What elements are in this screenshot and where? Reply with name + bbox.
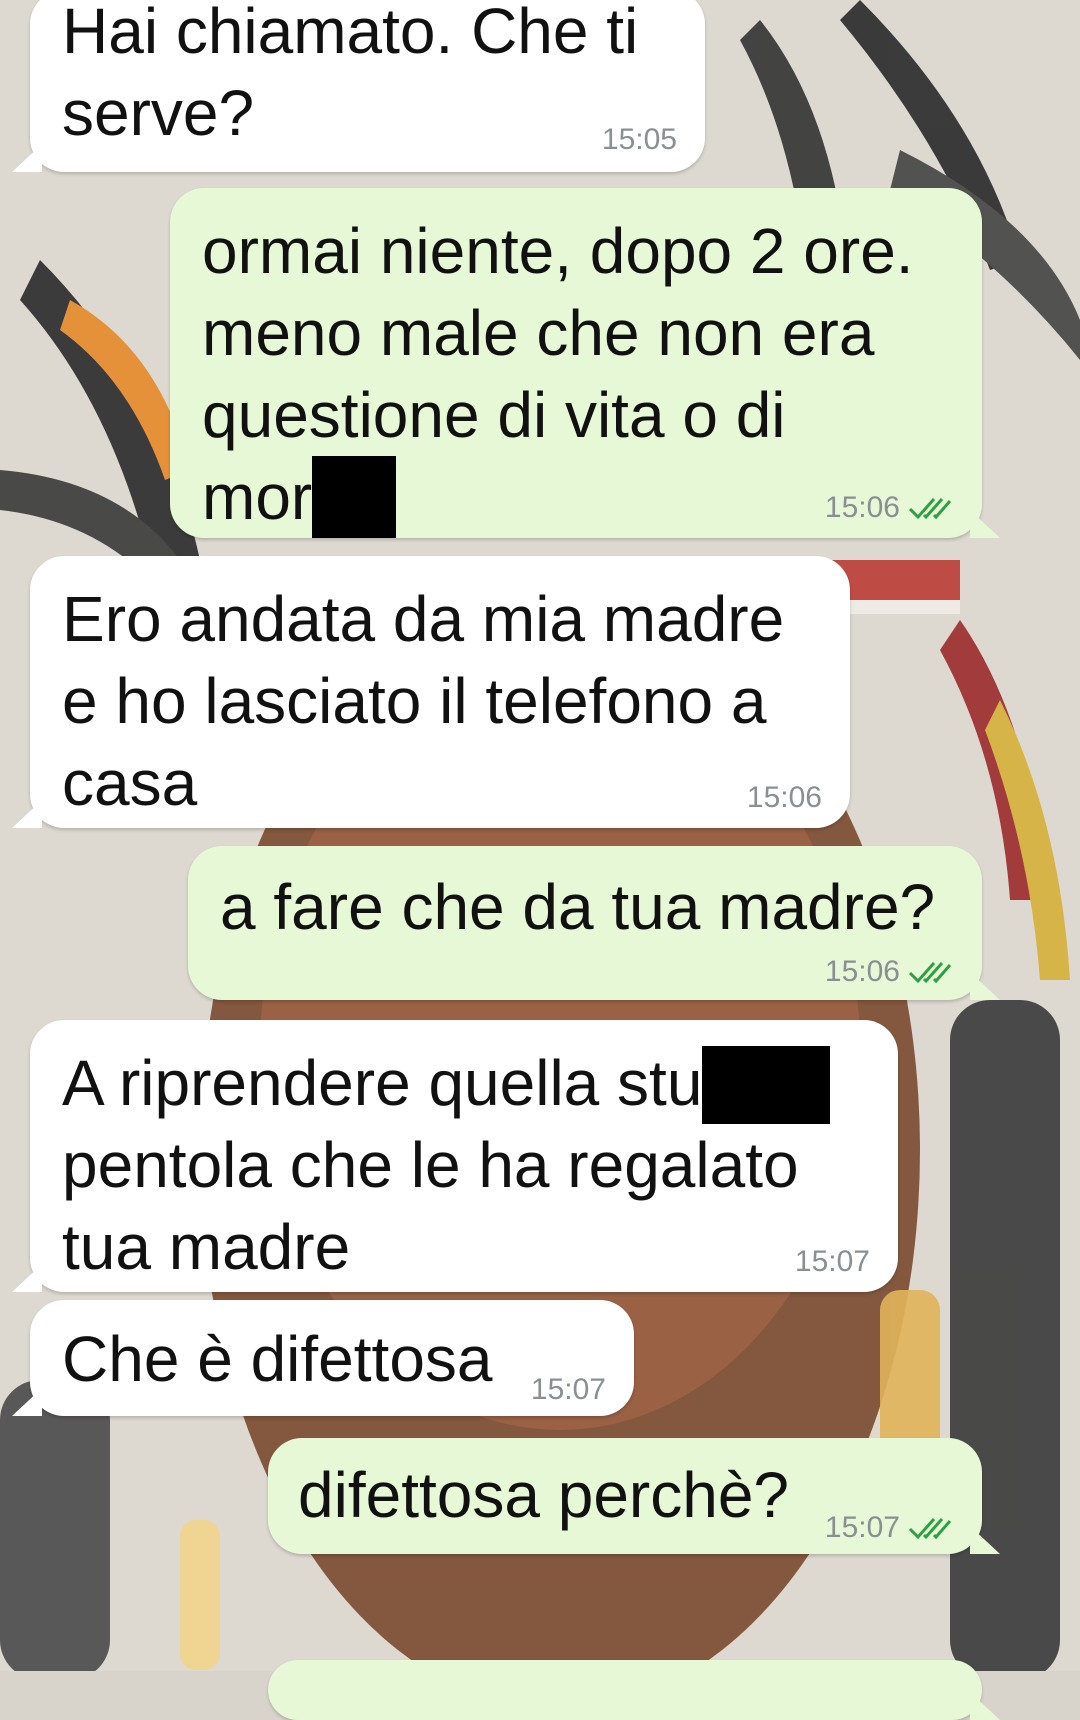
redaction-block	[312, 456, 397, 538]
message-timestamp: 15:06	[824, 491, 900, 524]
message-bubble-outgoing-partial[interactable]	[268, 1660, 1000, 1720]
message-text: Ero andata da mia madre e ho lasciato il…	[62, 583, 785, 819]
message-bubble-incoming[interactable]: Hai chiamato. Che ti serve? 15:05	[12, 0, 705, 172]
message-meta: 15:06	[825, 954, 952, 990]
message-meta: 15:06	[825, 490, 952, 526]
message-timestamp: 15:06	[746, 781, 822, 814]
message-text: Che è difettosa	[62, 1323, 493, 1395]
message-timestamp: 15:07	[530, 1373, 606, 1406]
message-text: a fare che da tua madre?	[220, 871, 936, 943]
message-timestamp: 15:05	[601, 123, 677, 156]
message-meta: 15:07	[825, 1510, 952, 1546]
message-text: difettosa perchè?	[298, 1459, 789, 1531]
message-bubble-outgoing[interactable]: a fare che da tua madre? 15:06	[188, 846, 1000, 1000]
message-bubble-incoming[interactable]: Che è difettosa 15:07	[12, 1300, 634, 1416]
message-text: Hai chiamato. Che ti serve?	[62, 0, 639, 149]
message-text: ormai niente, dopo 2 ore. meno male che …	[202, 210, 962, 538]
message-bubble-outgoing[interactable]: difettosa perchè? 15:07	[268, 1438, 1000, 1554]
message-text: A riprendere quella stu pentola che le ha…	[62, 1042, 892, 1288]
redaction-block	[702, 1046, 831, 1124]
message-timestamp: 15:07	[794, 1245, 870, 1278]
message-timestamp: 15:07	[824, 1511, 900, 1544]
message-bubble-incoming[interactable]: Ero andata da mia madre e ho lasciato il…	[12, 556, 850, 828]
message-bubble-incoming[interactable]: A riprendere quella stu pentola che le ha…	[12, 1020, 898, 1292]
message-bubble-outgoing[interactable]: ormai niente, dopo 2 ore. meno male che …	[170, 188, 1000, 538]
double-check-icon	[908, 959, 952, 985]
double-check-icon	[908, 1515, 952, 1541]
double-check-icon	[908, 495, 952, 521]
message-timestamp: 15:06	[824, 955, 900, 988]
